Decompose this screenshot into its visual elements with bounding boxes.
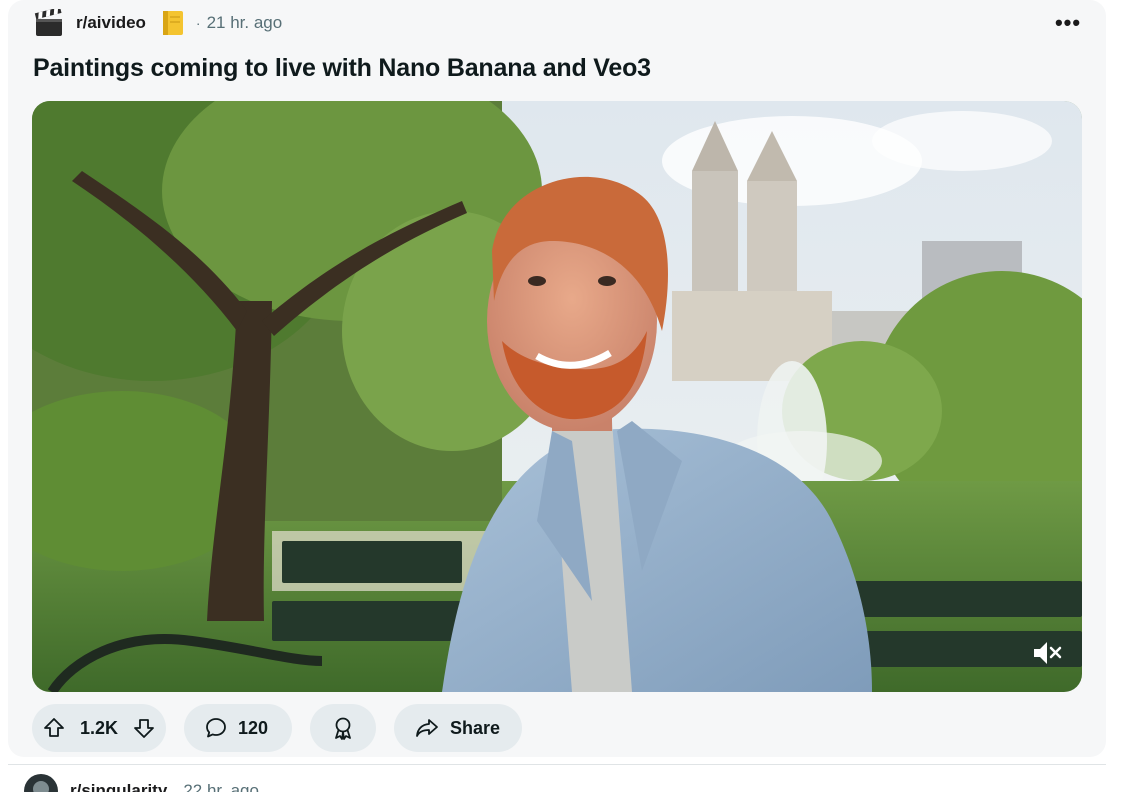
time-separator: · — [195, 15, 201, 31]
post-header: r/aivideo · 21 hr. ago — [32, 6, 282, 40]
award-button[interactable] — [310, 704, 376, 752]
video-frame — [32, 101, 1082, 692]
speech-bubble-icon — [204, 716, 228, 740]
vote-control: 1.2K — [32, 704, 166, 752]
note-icon — [160, 8, 186, 38]
arrow-down-icon[interactable] — [132, 716, 156, 740]
comments-button[interactable]: 120 — [184, 704, 292, 752]
subreddit-link[interactable]: r/aivideo — [76, 13, 146, 33]
vote-score: 1.2K — [79, 717, 119, 738]
share-label: Share — [450, 717, 501, 738]
more-options-icon: ••• — [1054, 10, 1082, 35]
next-post-header: r/singularity 22 hr. ago — [24, 774, 259, 792]
video-player[interactable] — [32, 101, 1082, 692]
share-button[interactable]: Share — [394, 704, 522, 752]
more-options-button[interactable]: ••• — [1052, 10, 1084, 36]
next-subreddit-link[interactable]: r/singularity — [70, 781, 167, 792]
post-title[interactable]: Paintings coming to live with Nano Banan… — [33, 54, 651, 83]
share-arrow-icon — [414, 716, 440, 740]
post-card[interactable]: r/aivideo · 21 hr. ago ••• Paintings com… — [8, 0, 1106, 757]
clapperboard-icon[interactable] — [32, 6, 66, 40]
comment-count: 120 — [238, 717, 269, 738]
speaker-muted-icon — [1034, 642, 1062, 664]
award-icon — [331, 715, 355, 741]
subreddit-avatar[interactable] — [24, 774, 58, 792]
next-post-time: 22 hr. ago — [183, 781, 259, 792]
post-action-bar: 1.2K 120 Share — [32, 704, 522, 752]
post-time: 21 hr. ago — [206, 13, 283, 32]
feed-divider — [8, 764, 1106, 765]
mute-toggle-button[interactable] — [1030, 636, 1064, 670]
arrow-up-icon[interactable] — [42, 716, 66, 740]
